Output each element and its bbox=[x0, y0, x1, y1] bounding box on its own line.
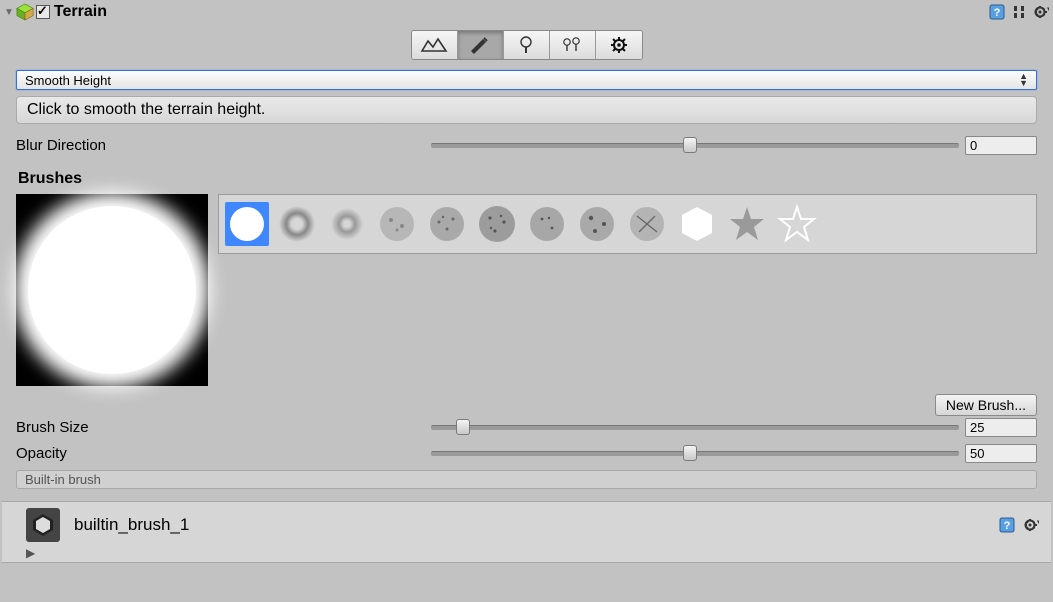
brush-swatch-hexagon[interactable] bbox=[675, 202, 719, 246]
asset-name-label: builtin_brush_1 bbox=[74, 515, 189, 535]
svg-text:?: ? bbox=[994, 7, 1001, 19]
brush-palette bbox=[218, 194, 1037, 254]
brush-info-field: Built-in brush bbox=[16, 470, 1037, 489]
brush-swatch-streak[interactable] bbox=[625, 202, 669, 246]
svg-text:?: ? bbox=[1004, 520, 1011, 532]
raise-lower-tool-button[interactable] bbox=[412, 31, 458, 59]
dropdown-arrows-icon: ▲▼ bbox=[1019, 73, 1028, 87]
brush-swatch-soft-circle[interactable] bbox=[225, 202, 269, 246]
brush-size-row: Brush Size bbox=[16, 416, 1037, 438]
paint-details-tool-button[interactable] bbox=[550, 31, 596, 59]
brush-swatch-noise1[interactable] bbox=[375, 202, 419, 246]
brush-swatch-noise2[interactable] bbox=[425, 202, 469, 246]
svg-text:▾: ▾ bbox=[1037, 519, 1039, 526]
opacity-row: Opacity bbox=[16, 442, 1037, 464]
brush-swatch-star-filled[interactable] bbox=[725, 202, 769, 246]
brush-swatch-ring1[interactable] bbox=[275, 202, 319, 246]
brush-swatch-star-outline[interactable] bbox=[775, 202, 819, 246]
component-header: ▼ Terrain ? ▾ bbox=[0, 0, 1053, 24]
paint-trees-tool-button[interactable] bbox=[504, 31, 550, 59]
asset-foldout-toggle-icon[interactable]: ▶ bbox=[26, 542, 1039, 560]
brushes-heading: Brushes bbox=[18, 170, 1037, 188]
paint-tool-button[interactable] bbox=[458, 31, 504, 59]
opacity-input[interactable] bbox=[965, 444, 1037, 463]
gear-icon[interactable]: ▾ bbox=[1033, 4, 1049, 20]
brush-size-input[interactable] bbox=[965, 418, 1037, 437]
component-title: Terrain bbox=[54, 3, 107, 21]
foldout-toggle-icon[interactable]: ▼ bbox=[4, 7, 14, 18]
help-icon[interactable]: ? bbox=[999, 517, 1015, 533]
asset-panel: builtin_brush_1 ? ▾ ▶ bbox=[2, 501, 1051, 563]
brush-swatch-noise3[interactable] bbox=[475, 202, 519, 246]
brush-preview bbox=[16, 194, 208, 386]
brush-swatch-ring2[interactable] bbox=[325, 202, 369, 246]
brush-swatch-spotty[interactable] bbox=[575, 202, 619, 246]
blur-direction-label: Blur Direction bbox=[16, 137, 431, 154]
help-icon[interactable]: ? bbox=[989, 4, 1005, 20]
hint-box: Click to smooth the terrain height. bbox=[16, 96, 1037, 124]
paint-mode-selected: Smooth Height bbox=[25, 73, 111, 88]
preset-icon[interactable] bbox=[1011, 4, 1027, 20]
gear-icon[interactable]: ▾ bbox=[1023, 517, 1039, 533]
blur-direction-slider[interactable] bbox=[431, 136, 959, 154]
blur-direction-row: Blur Direction bbox=[16, 134, 1037, 156]
blur-direction-input[interactable] bbox=[965, 136, 1037, 155]
settings-tool-button[interactable] bbox=[596, 31, 642, 59]
opacity-slider[interactable] bbox=[431, 444, 959, 462]
new-brush-button[interactable]: New Brush... bbox=[935, 394, 1037, 416]
brush-size-slider[interactable] bbox=[431, 418, 959, 436]
opacity-label: Opacity bbox=[16, 445, 431, 462]
svg-text:▾: ▾ bbox=[1047, 6, 1049, 13]
terrain-icon bbox=[16, 3, 34, 21]
terrain-tool-toolbar bbox=[0, 24, 1053, 70]
enabled-checkbox[interactable] bbox=[36, 5, 50, 19]
paint-mode-dropdown[interactable]: Smooth Height ▲▼ bbox=[16, 70, 1037, 90]
brush-size-label: Brush Size bbox=[16, 419, 431, 436]
brush-swatch-noise4[interactable] bbox=[525, 202, 569, 246]
unity-logo-icon bbox=[26, 508, 60, 542]
